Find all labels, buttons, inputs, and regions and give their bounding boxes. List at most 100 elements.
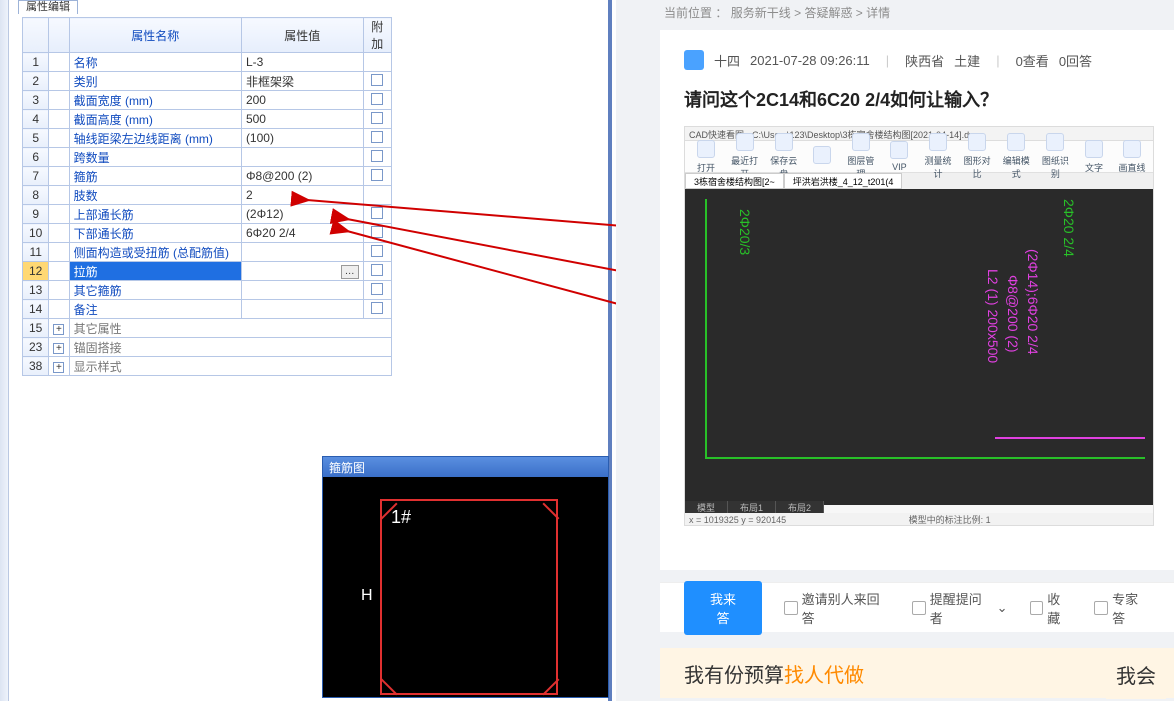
cad-tool-compare-icon[interactable]: 图形对比 bbox=[962, 133, 993, 180]
extra-checkbox-cell[interactable] bbox=[363, 224, 391, 243]
cad-file-tab[interactable]: 3栋宿舍楼结构图[2~ bbox=[685, 173, 784, 189]
property-value[interactable]: … bbox=[241, 262, 363, 281]
extra-checkbox-cell[interactable] bbox=[363, 186, 391, 205]
property-value[interactable]: (2Φ12) bbox=[241, 205, 363, 224]
expert-action[interactable]: 专家答 bbox=[1094, 589, 1150, 627]
property-row[interactable]: 11侧面构造或受扭筋 (总配筋值) bbox=[23, 243, 392, 262]
property-row[interactable]: 2类别非框架梁 bbox=[23, 72, 392, 91]
plus-icon[interactable]: + bbox=[53, 324, 64, 335]
property-name[interactable]: 类别 bbox=[69, 72, 241, 91]
property-row[interactable]: 5轴线距梁左边线距离 (mm)(100) bbox=[23, 129, 392, 148]
property-name[interactable]: 其它箍筋 bbox=[69, 281, 241, 300]
extra-checkbox-cell[interactable] bbox=[363, 262, 391, 281]
promo-banner-2[interactable]: 我会 bbox=[1106, 650, 1166, 699]
invite-action[interactable]: 邀请别人来回答 bbox=[784, 589, 890, 627]
property-row[interactable]: 8肢数2 bbox=[23, 186, 392, 205]
extra-checkbox-cell[interactable] bbox=[363, 53, 391, 72]
property-row[interactable]: 12拉筋… bbox=[23, 262, 392, 281]
extra-checkbox-cell[interactable] bbox=[363, 72, 391, 91]
property-row[interactable]: 6跨数量 bbox=[23, 148, 392, 167]
remind-action[interactable]: 提醒提问者 ⌄ bbox=[912, 589, 1007, 627]
property-value[interactable]: 500 bbox=[241, 110, 363, 129]
property-name[interactable]: 轴线距梁左边线距离 (mm) bbox=[69, 129, 241, 148]
plus-icon[interactable]: + bbox=[53, 362, 64, 373]
checkbox-icon[interactable] bbox=[371, 169, 383, 181]
property-name[interactable]: 显示样式 bbox=[69, 357, 391, 376]
property-name[interactable]: 锚固搭接 bbox=[69, 338, 391, 357]
property-value[interactable]: 非框架梁 bbox=[241, 72, 363, 91]
cad-tool-mark-icon[interactable] bbox=[807, 146, 837, 167]
property-name[interactable]: 截面高度 (mm) bbox=[69, 110, 241, 129]
property-value[interactable]: (100) bbox=[241, 129, 363, 148]
cad-tool-ocr-icon[interactable]: 图纸识别 bbox=[1040, 133, 1071, 180]
property-name[interactable]: 跨数量 bbox=[69, 148, 241, 167]
checkbox-icon[interactable] bbox=[371, 150, 383, 162]
cad-tool-open-icon[interactable]: 打开 bbox=[691, 140, 721, 174]
property-row[interactable]: 1名称L-3 bbox=[23, 53, 392, 72]
property-row[interactable]: 4截面高度 (mm)500 bbox=[23, 110, 392, 129]
checkbox-icon[interactable] bbox=[371, 245, 383, 257]
property-value[interactable]: 200 bbox=[241, 91, 363, 110]
checkbox-icon[interactable] bbox=[371, 112, 383, 124]
property-value[interactable]: 6Φ20 2/4 bbox=[241, 224, 363, 243]
property-row[interactable]: 3截面宽度 (mm)200 bbox=[23, 91, 392, 110]
expand-cell[interactable]: + bbox=[49, 357, 69, 376]
property-value[interactable] bbox=[241, 300, 363, 319]
property-value[interactable] bbox=[241, 281, 363, 300]
property-name[interactable]: 上部通长筋 bbox=[69, 205, 241, 224]
cad-tool-edit-icon[interactable]: 编辑模式 bbox=[1001, 133, 1032, 180]
property-value[interactable]: 2 bbox=[241, 186, 363, 205]
favorite-action[interactable]: 收藏 bbox=[1030, 589, 1073, 627]
property-row[interactable]: 13其它箍筋 bbox=[23, 281, 392, 300]
cad-tool-measure-icon[interactable]: 测量统计 bbox=[922, 133, 953, 180]
promo-banner[interactable]: 我有份预算找人代做 bbox=[660, 648, 1174, 698]
extra-checkbox-cell[interactable] bbox=[363, 148, 391, 167]
checkbox-icon[interactable] bbox=[371, 302, 383, 314]
property-name[interactable]: 名称 bbox=[69, 53, 241, 72]
property-row[interactable]: 38+显示样式 bbox=[23, 357, 392, 376]
extra-checkbox-cell[interactable] bbox=[363, 129, 391, 148]
property-name[interactable]: 下部通长筋 bbox=[69, 224, 241, 243]
property-row[interactable]: 15+其它属性 bbox=[23, 319, 392, 338]
property-name[interactable]: 肢数 bbox=[69, 186, 241, 205]
property-name[interactable]: 截面宽度 (mm) bbox=[69, 91, 241, 110]
extra-checkbox-cell[interactable] bbox=[363, 243, 391, 262]
extra-checkbox-cell[interactable] bbox=[363, 205, 391, 224]
checkbox-icon[interactable] bbox=[371, 74, 383, 86]
author-name[interactable]: 十四 bbox=[714, 51, 740, 70]
checkbox-icon[interactable] bbox=[371, 93, 383, 105]
property-name[interactable]: 备注 bbox=[69, 300, 241, 319]
property-row[interactable]: 14备注 bbox=[23, 300, 392, 319]
property-row[interactable]: 9上部通长筋(2Φ12) bbox=[23, 205, 392, 224]
property-name[interactable]: 侧面构造或受扭筋 (总配筋值) bbox=[69, 243, 241, 262]
plus-icon[interactable]: + bbox=[53, 343, 64, 354]
property-row[interactable]: 10下部通长筋6Φ20 2/4 bbox=[23, 224, 392, 243]
checkbox-icon[interactable] bbox=[371, 264, 383, 276]
property-value[interactable]: L-3 bbox=[241, 53, 363, 72]
left-scrollbar[interactable] bbox=[0, 0, 9, 701]
cad-tool-vip-icon[interactable]: VIP bbox=[884, 141, 914, 172]
extra-checkbox-cell[interactable] bbox=[363, 110, 391, 129]
property-name[interactable]: 拉筋 bbox=[69, 262, 241, 281]
extra-checkbox-cell[interactable] bbox=[363, 167, 391, 186]
answer-button[interactable]: 我来答 bbox=[684, 581, 762, 635]
checkbox-icon[interactable] bbox=[371, 283, 383, 295]
bc-link-1[interactable]: 服务新干线 bbox=[731, 6, 791, 20]
cad-tool-line-icon[interactable]: 画直线 bbox=[1117, 140, 1147, 174]
checkbox-icon[interactable] bbox=[371, 226, 383, 238]
properties-tab[interactable]: 属性编辑 bbox=[18, 0, 78, 14]
property-name[interactable]: 其它属性 bbox=[69, 319, 391, 338]
checkbox-icon[interactable] bbox=[371, 207, 383, 219]
expand-cell[interactable]: + bbox=[49, 319, 69, 338]
property-value[interactable] bbox=[241, 243, 363, 262]
property-row[interactable]: 7箍筋Φ8@200 (2) bbox=[23, 167, 392, 186]
ellipsis-button[interactable]: … bbox=[341, 265, 359, 279]
extra-checkbox-cell[interactable] bbox=[363, 281, 391, 300]
avatar[interactable] bbox=[684, 50, 704, 70]
checkbox-icon[interactable] bbox=[371, 131, 383, 143]
cad-file-tab[interactable]: 坪洪岩洪楼_4_12_t201(4 bbox=[784, 173, 903, 189]
property-name[interactable]: 箍筋 bbox=[69, 167, 241, 186]
extra-checkbox-cell[interactable] bbox=[363, 91, 391, 110]
extra-checkbox-cell[interactable] bbox=[363, 300, 391, 319]
property-value[interactable] bbox=[241, 148, 363, 167]
